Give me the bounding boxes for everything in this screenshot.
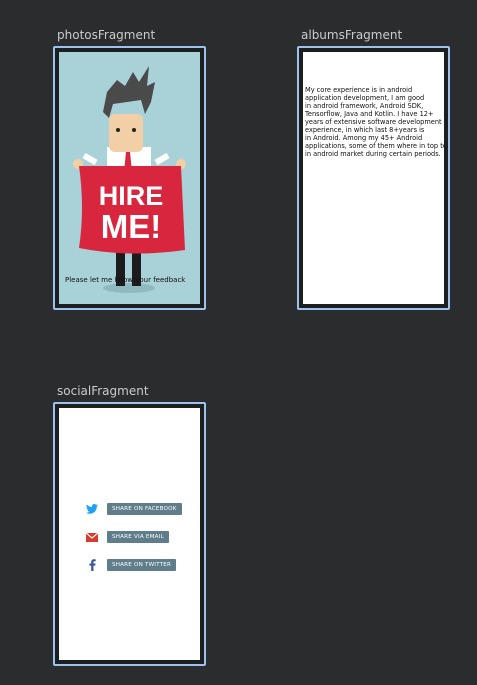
albums-fragment-title: albumsFragment (301, 28, 403, 42)
albums-fragment-screen: My core experience is in android applica… (303, 52, 444, 304)
share-row-1: SHARE ON FACEBOOK (85, 502, 182, 516)
facebook-icon (85, 558, 99, 572)
photos-fragment-frame[interactable]: HIRE ME! Please let me know your feedbac… (53, 46, 206, 310)
share-facebook-button[interactable]: SHARE ON FACEBOOK (107, 503, 182, 515)
share-twitter-button[interactable]: SHARE ON TWITTER (107, 559, 177, 571)
share-row-2: SHARE VIA EMAIL (85, 530, 169, 544)
photos-fragment-screen: HIRE ME! Please let me know your feedbac… (59, 52, 200, 304)
sign-line-2: ME! (101, 208, 162, 245)
sign-line-1: HIRE (99, 181, 164, 211)
share-row-3: SHARE ON TWITTER (85, 558, 177, 572)
feedback-text: Please let me know your feedback (65, 276, 186, 284)
albums-fragment-frame[interactable]: My core experience is in android applica… (297, 46, 450, 310)
social-fragment-frame[interactable]: SHARE ON FACEBOOK SHARE VIA EMAIL SHARE … (53, 402, 206, 666)
email-icon (85, 530, 99, 544)
social-fragment-screen: SHARE ON FACEBOOK SHARE VIA EMAIL SHARE … (59, 408, 200, 660)
share-email-button[interactable]: SHARE VIA EMAIL (107, 531, 169, 543)
social-fragment-title: socialFragment (57, 384, 149, 398)
twitter-icon (85, 502, 99, 516)
experience-text: My core experience is in android applica… (305, 86, 444, 158)
photos-fragment-title: photosFragment (57, 28, 156, 42)
hire-me-illustration: HIRE ME! (73, 66, 186, 293)
